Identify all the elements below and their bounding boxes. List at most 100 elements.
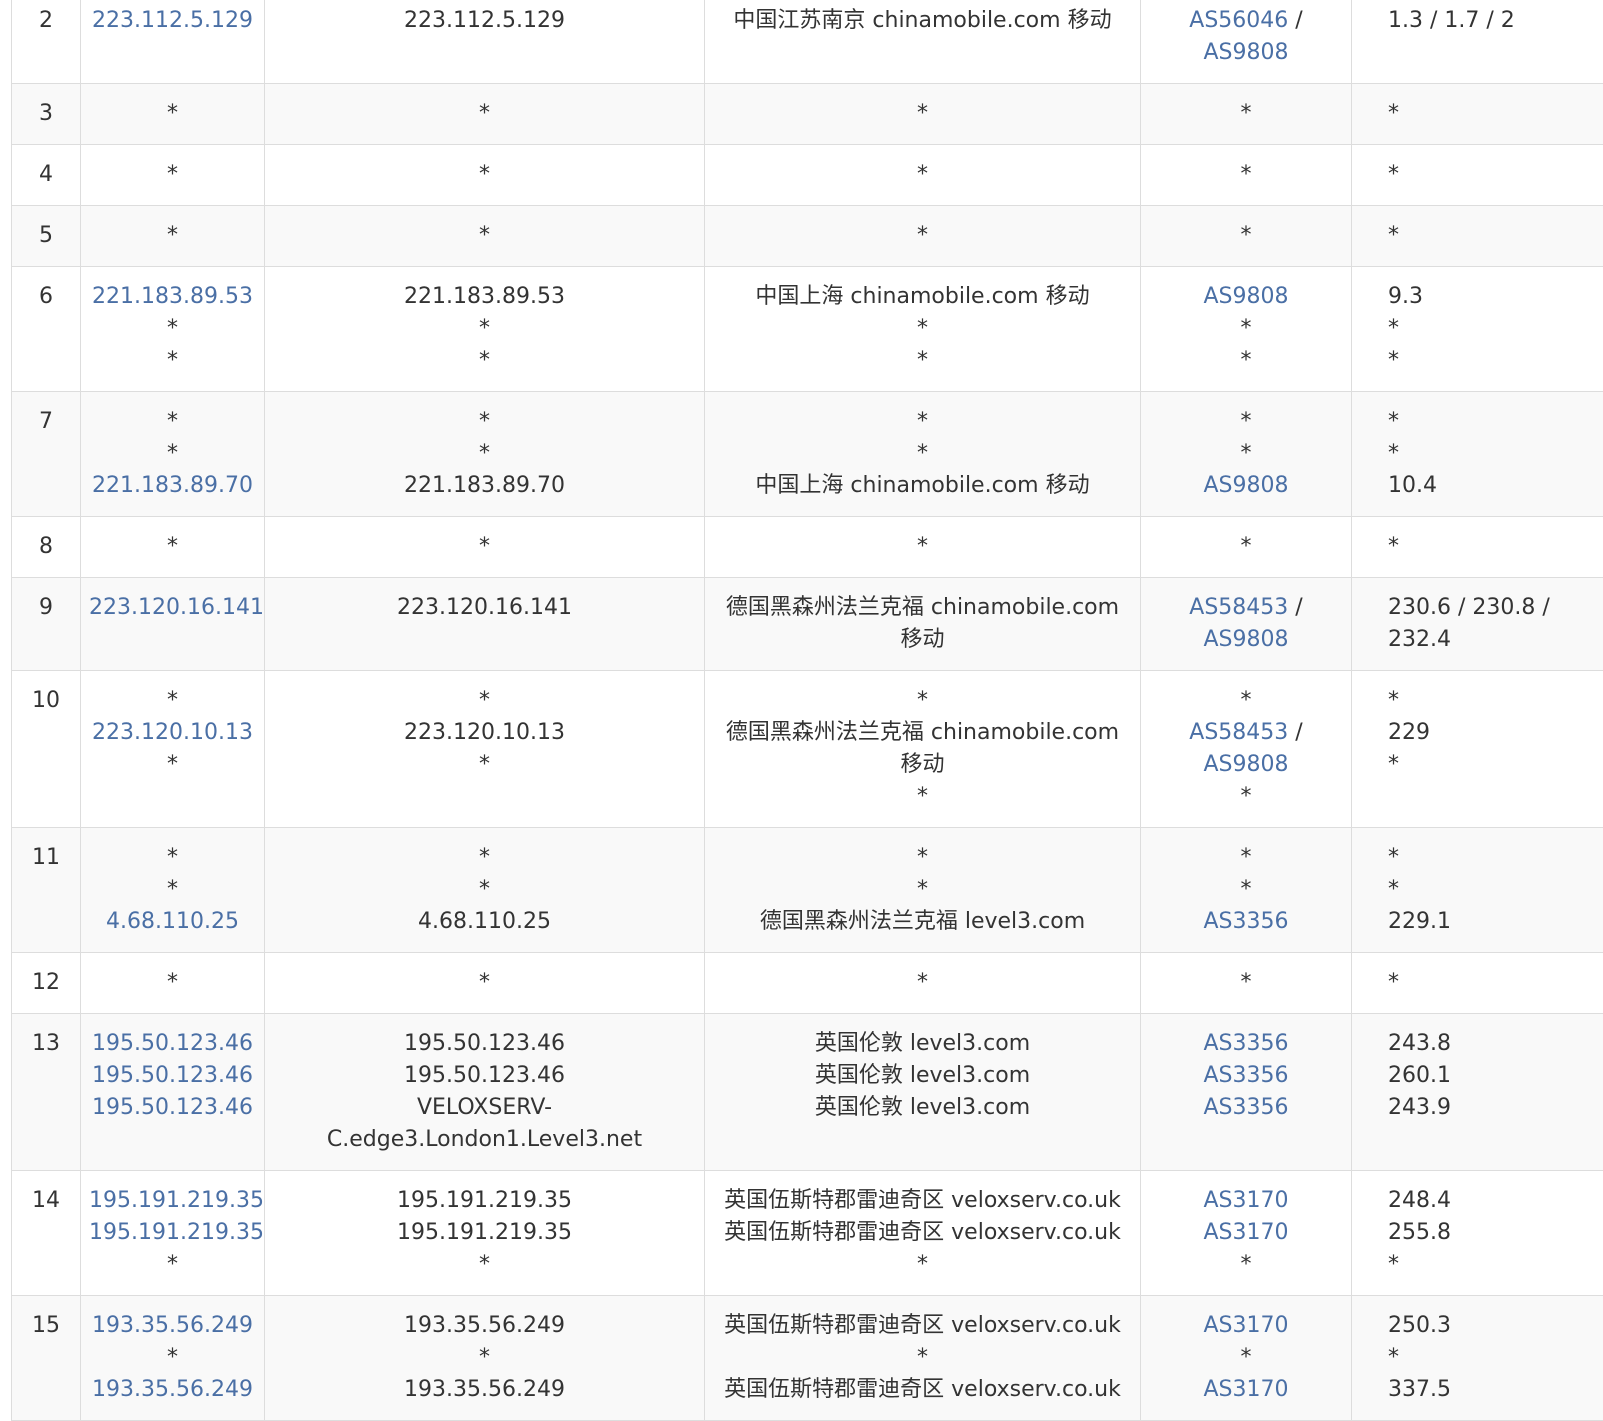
hostname-text: 195.191.219.35 <box>273 1217 696 1249</box>
location-cell: * <box>705 84 1141 145</box>
ip-link[interactable]: 195.50.123.46 <box>89 1028 256 1060</box>
timeout-marker: * <box>273 842 696 874</box>
hop-number: 10 <box>24 685 68 717</box>
timeout-marker: * <box>1241 970 1252 995</box>
location-text: 英国伍斯特郡雷迪奇区 veloxserv.co.uk <box>713 1185 1132 1217</box>
hop-number: 13 <box>24 1028 68 1060</box>
ip-cell: 195.50.123.46195.50.123.46195.50.123.46 <box>81 1014 265 1171</box>
ip-link[interactable]: 223.112.5.129 <box>89 5 256 37</box>
hostname-text: 193.35.56.249 <box>273 1374 696 1406</box>
hop-number-cell: 13 <box>12 1014 81 1171</box>
asn-link[interactable]: AS58453 <box>1189 720 1288 745</box>
asn-link[interactable]: AS58453 <box>1189 595 1288 620</box>
timeout-marker: * <box>1388 749 1542 781</box>
asn-line: * <box>1149 313 1343 345</box>
traceroute-table: 2223.112.5.129223.112.5.129中国江苏南京 chinam… <box>11 0 1603 1421</box>
latency-cell: * <box>1352 206 1603 267</box>
ip-link[interactable]: 223.120.16.141 <box>89 592 256 624</box>
asn-link[interactable]: AS9808 <box>1203 627 1288 652</box>
timeout-marker: * <box>273 98 696 130</box>
latency-cell: 1.3 / 1.7 / 2 <box>1352 0 1603 84</box>
asn-line: AS9808 <box>1149 749 1343 781</box>
ip-cell: 223.120.16.141 <box>81 578 265 671</box>
asn-cell: AS3356 AS3356 AS3356 <box>1141 1014 1352 1171</box>
asn-link[interactable]: AS3356 <box>1203 1031 1288 1056</box>
asn-link[interactable]: AS3356 <box>1203 1063 1288 1088</box>
timeout-marker: * <box>89 749 256 781</box>
ip-cell: **4.68.110.25 <box>81 828 265 953</box>
ip-cell: * <box>81 206 265 267</box>
hop-number-cell: 4 <box>12 145 81 206</box>
timeout-marker: * <box>1241 162 1252 187</box>
timeout-marker: * <box>273 438 696 470</box>
hop-row: 2223.112.5.129223.112.5.129中国江苏南京 chinam… <box>12 0 1603 84</box>
ip-link[interactable]: 221.183.89.70 <box>89 470 256 502</box>
asn-line: * <box>1149 438 1343 470</box>
asn-cell: **AS3356 <box>1141 828 1352 953</box>
hostname-text: C.edge3.London1.Level3.net <box>273 1124 696 1156</box>
ip-cell: * <box>81 517 265 578</box>
hostname-cell: 223.112.5.129 <box>265 0 705 84</box>
timeout-marker: * <box>1241 1345 1252 1370</box>
ip-link[interactable]: 195.50.123.46 <box>89 1060 256 1092</box>
asn-link[interactable]: AS9808 <box>1203 284 1288 309</box>
latency-cell: * <box>1352 84 1603 145</box>
ip-link[interactable]: 195.50.123.46 <box>89 1092 256 1124</box>
ip-link[interactable]: 223.120.10.13 <box>89 717 256 749</box>
asn-line: * <box>1149 98 1343 130</box>
asn-link[interactable]: AS3356 <box>1203 909 1288 934</box>
asn-cell: AS3170 * AS3170 <box>1141 1296 1352 1421</box>
asn-separator: / <box>1288 595 1302 620</box>
asn-cell: * <box>1141 84 1352 145</box>
ip-link[interactable]: 4.68.110.25 <box>89 906 256 938</box>
asn-link[interactable]: AS3356 <box>1203 1095 1288 1120</box>
hostname-cell: **221.183.89.70 <box>265 392 705 517</box>
timeout-marker: * <box>1241 101 1252 126</box>
hop-number: 14 <box>24 1185 68 1217</box>
timeout-marker: * <box>89 313 256 345</box>
hostname-cell: 193.35.56.249*193.35.56.249 <box>265 1296 705 1421</box>
asn-cell: **AS9808 <box>1141 392 1352 517</box>
timeout-marker: * <box>273 874 696 906</box>
hostname-cell: 195.191.219.35195.191.219.35* <box>265 1171 705 1296</box>
asn-separator: / <box>1288 8 1302 33</box>
ip-cell: 195.191.219.35195.191.219.35* <box>81 1171 265 1296</box>
location-cell: * <box>705 145 1141 206</box>
ip-link[interactable]: 221.183.89.53 <box>89 281 256 313</box>
location-cell: **中国上海 chinamobile.com 移动 <box>705 392 1141 517</box>
asn-link[interactable]: AS9808 <box>1203 752 1288 777</box>
asn-cell: AS3170AS3170* <box>1141 1171 1352 1296</box>
ip-link[interactable]: 195.191.219.35 <box>89 1217 256 1249</box>
asn-line: AS9808 <box>1149 624 1343 656</box>
asn-link[interactable]: AS3170 <box>1203 1188 1288 1213</box>
timeout-marker: * <box>89 874 256 906</box>
ip-cell: * <box>81 953 265 1014</box>
timeout-marker: * <box>1388 406 1542 438</box>
ip-link[interactable]: 195.191.219.35 <box>89 1185 256 1217</box>
asn-line: * <box>1149 685 1343 717</box>
hop-number-cell: 7 <box>12 392 81 517</box>
asn-link[interactable]: AS3170 <box>1203 1313 1288 1338</box>
timeout-marker: * <box>713 685 1132 717</box>
timeout-marker: * <box>89 98 256 130</box>
asn-link[interactable]: AS9808 <box>1203 473 1288 498</box>
asn-link[interactable]: AS3170 <box>1203 1377 1288 1402</box>
asn-cell: * <box>1141 953 1352 1014</box>
asn-line: AS3356 <box>1149 906 1343 938</box>
asn-link[interactable]: AS9808 <box>1203 40 1288 65</box>
timeout-marker: * <box>1388 842 1542 874</box>
hop-row: 15193.35.56.249*193.35.56.249193.35.56.2… <box>12 1296 1603 1421</box>
location-text: 中国上海 chinamobile.com 移动 <box>713 470 1132 502</box>
latency-values: **229.1 <box>1388 842 1542 938</box>
asn-link[interactable]: AS56046 <box>1189 8 1288 33</box>
ip-link[interactable]: 193.35.56.249 <box>89 1374 256 1406</box>
timeout-marker: * <box>89 967 256 999</box>
hostname-text: 223.112.5.129 <box>273 5 696 37</box>
ip-link[interactable]: 193.35.56.249 <box>89 1310 256 1342</box>
hop-row: 7**221.183.89.70**221.183.89.70**中国上海 ch… <box>12 392 1603 517</box>
location-text: 德国黑森州法兰克福 level3.com <box>713 906 1132 938</box>
asn-line: AS56046 / <box>1149 5 1343 37</box>
timeout-marker: * <box>273 1342 696 1374</box>
hostname-text: 195.50.123.46 <box>273 1028 696 1060</box>
asn-link[interactable]: AS3170 <box>1203 1220 1288 1245</box>
